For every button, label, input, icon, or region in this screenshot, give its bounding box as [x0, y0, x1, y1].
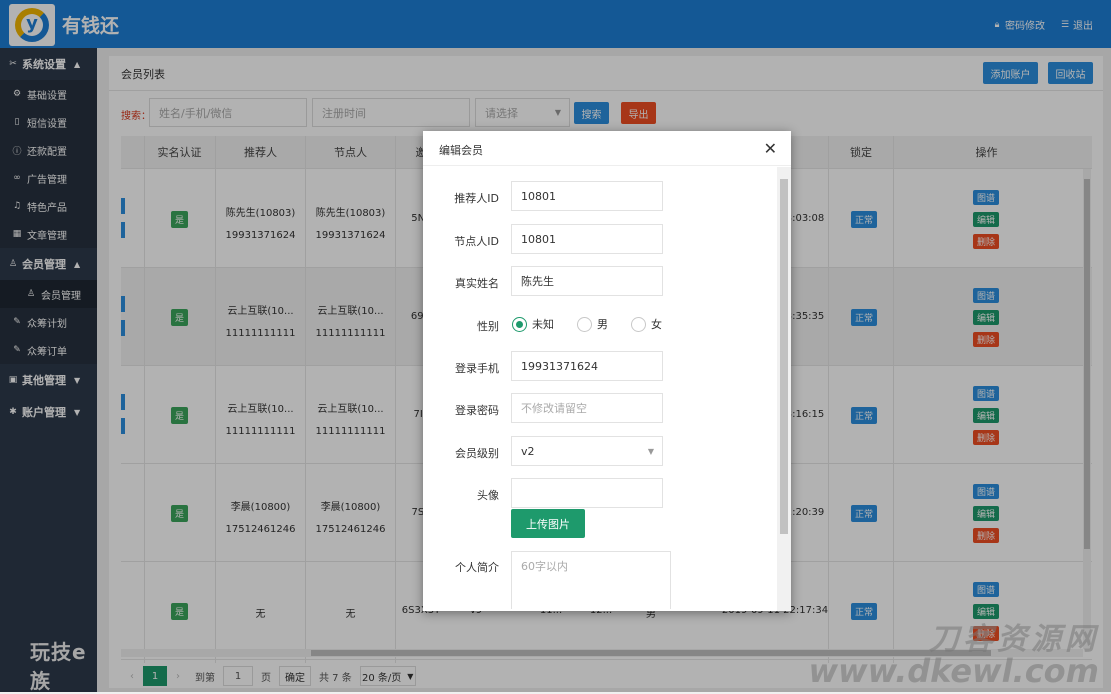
- gender-radio-male[interactable]: 男: [577, 316, 608, 332]
- password-input[interactable]: 不修改请留空: [511, 393, 663, 423]
- phone-input[interactable]: 19931371624: [511, 351, 663, 381]
- node-id-input[interactable]: 10801: [511, 224, 663, 254]
- gender-radio-unknown[interactable]: 未知: [512, 316, 554, 332]
- bio-textarea[interactable]: 60字以内: [511, 551, 671, 609]
- dialog-scrollbar[interactable]: [777, 167, 791, 611]
- chevron-down-icon: ▼: [647, 446, 654, 456]
- edit-member-dialog: 编辑会员 ✕ 推荐人ID 10801 节点人ID 10801 真实姓名 陈先生 …: [423, 131, 791, 611]
- watermark-url: www.dkewl.com: [808, 652, 1099, 690]
- avatar-input[interactable]: [511, 478, 663, 508]
- referrer-id-input[interactable]: 10801: [511, 181, 663, 211]
- close-icon[interactable]: ✕: [764, 139, 777, 158]
- member-level-select[interactable]: v2 ▼: [511, 436, 663, 466]
- real-name-input[interactable]: 陈先生: [511, 266, 663, 296]
- upload-image-button[interactable]: 上传图片: [511, 509, 585, 538]
- dialog-title: 编辑会员: [439, 144, 483, 157]
- gender-radio-female[interactable]: 女: [631, 316, 662, 332]
